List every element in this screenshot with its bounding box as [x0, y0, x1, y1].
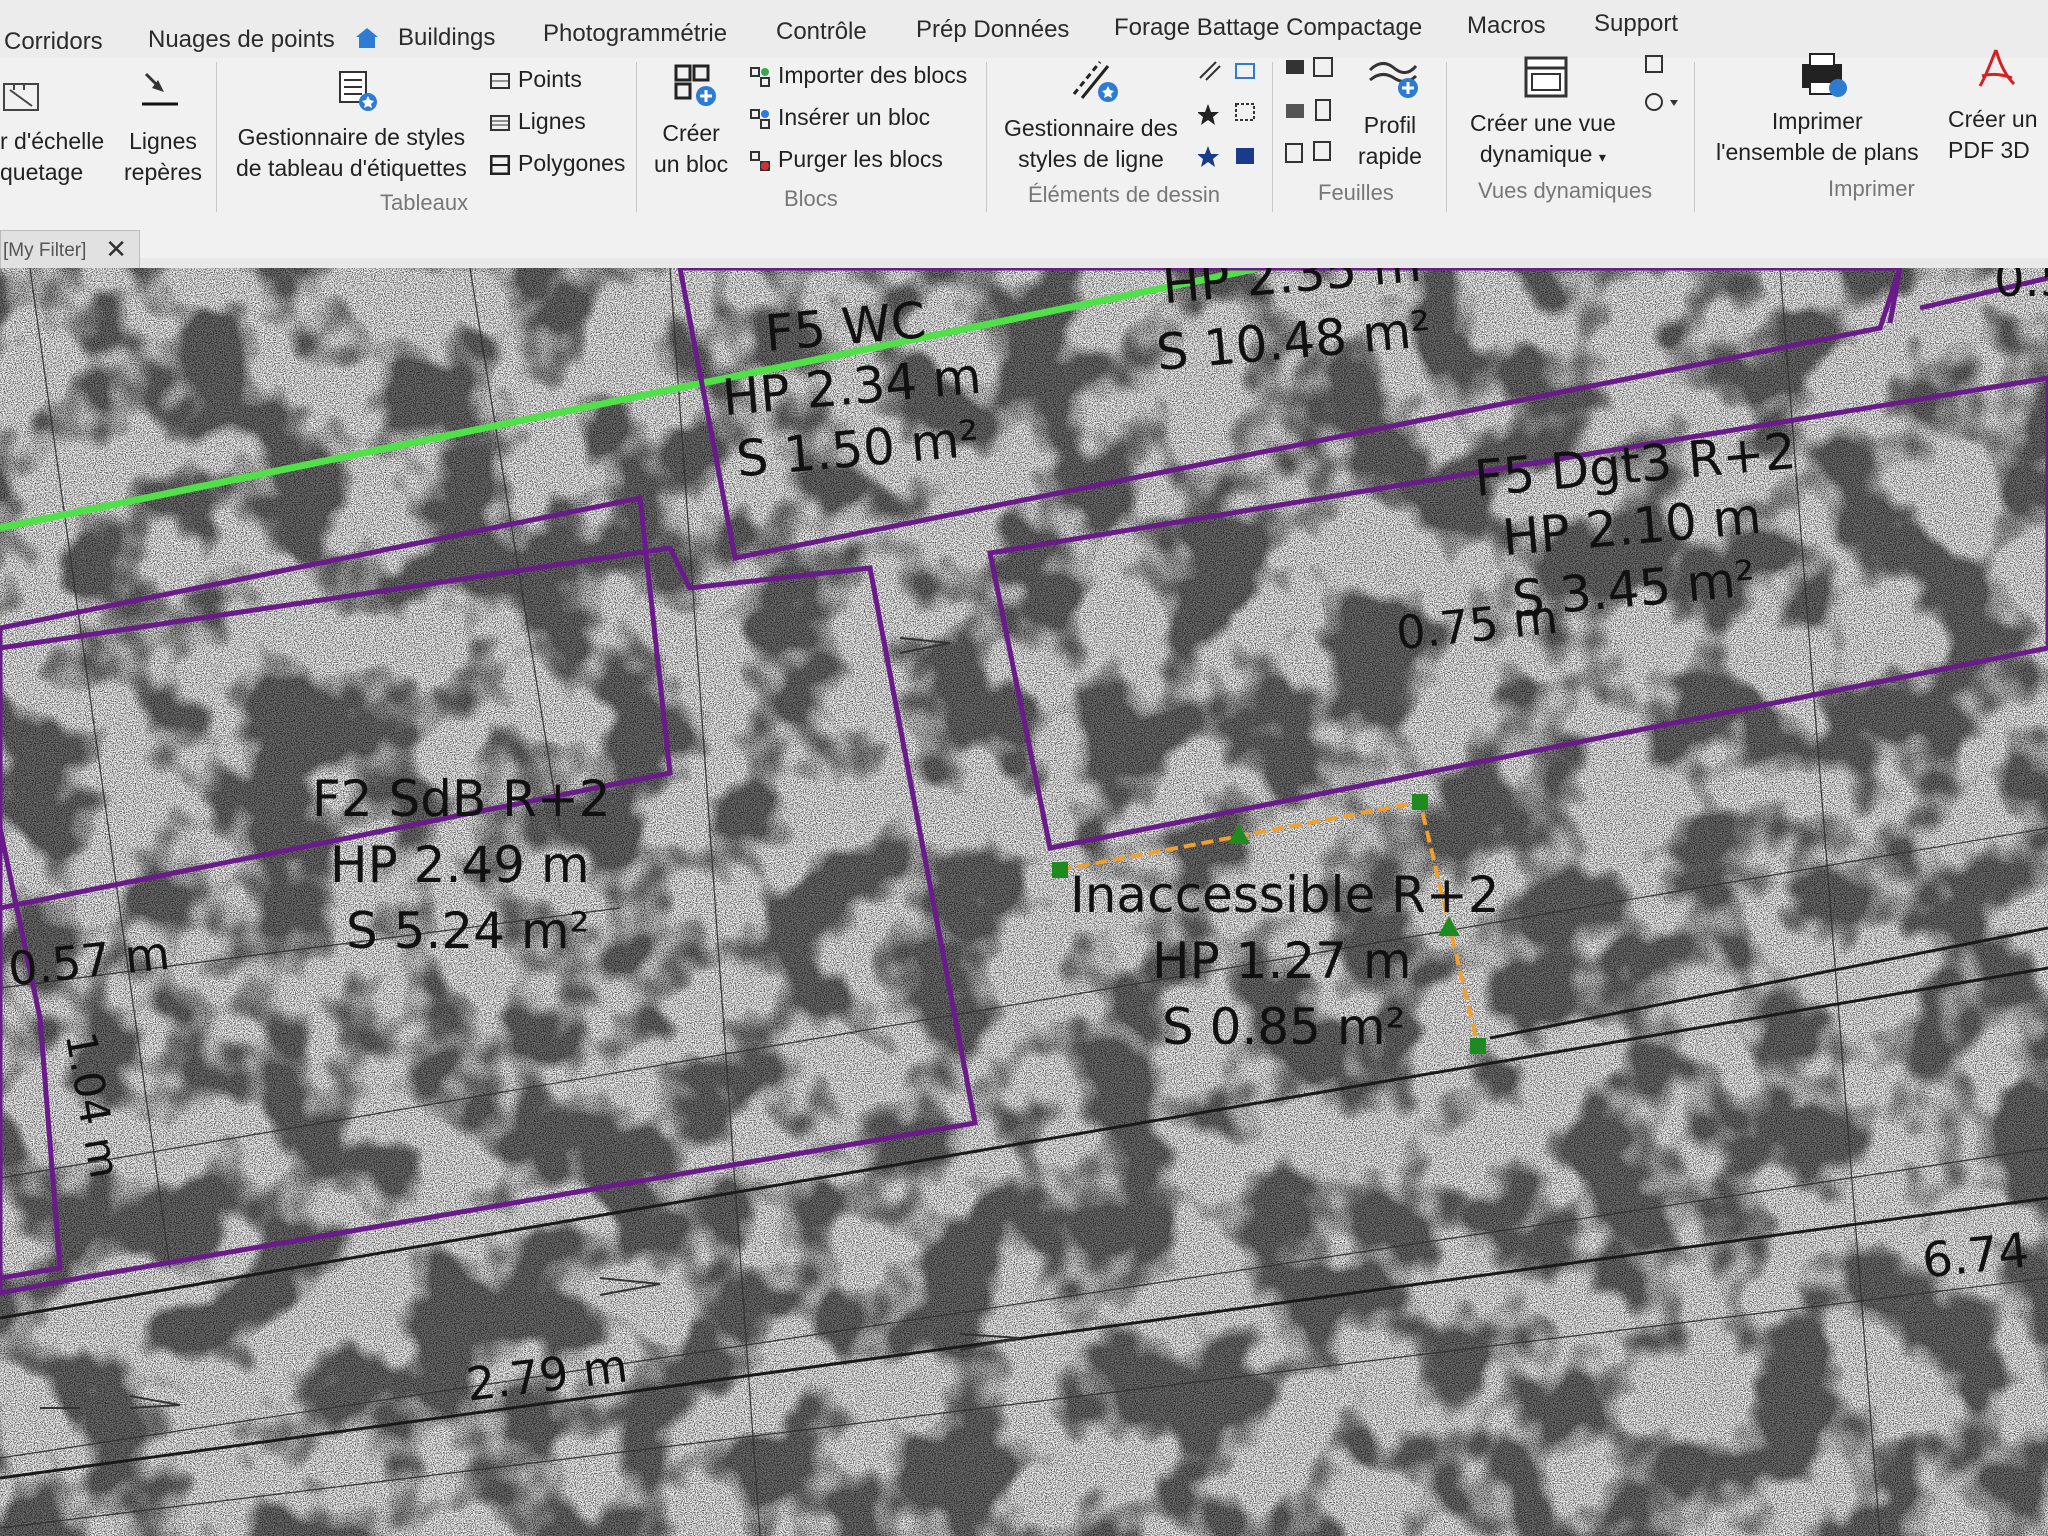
- purger-blocs-button[interactable]: Purger les blocs: [750, 146, 943, 173]
- import-blocks-icon: [750, 66, 770, 87]
- creer-bloc-line2: un bloc: [654, 151, 729, 177]
- purge-blocks-icon: [750, 150, 770, 171]
- group-tableaux-label: Tableaux: [380, 190, 469, 215]
- create-block-icon: [672, 62, 718, 113]
- profil-line1: Profil: [1363, 112, 1417, 138]
- group-vues-dynamiques-label: Vues dynamiques: [1478, 178, 1653, 203]
- vue-dyn-line1: Créer une vue: [1470, 110, 1616, 136]
- document-tab-label: [My Filter]: [3, 240, 87, 261]
- ribbon: Corridors Nuages de points Buildings Pho…: [0, 0, 2048, 258]
- insert-block-icon: [750, 108, 770, 129]
- creer-vue-dynamique-button[interactable]: Créer une vue dynamique ▾: [1470, 108, 1616, 173]
- imprimer-plans-button[interactable]: Imprimer l'ensemble de plans: [1716, 106, 1919, 168]
- creer-bloc-button[interactable]: Créer un bloc: [654, 118, 728, 180]
- gest-styles-tab-line1: Gestionnaire de styles: [237, 124, 466, 150]
- inserer-bloc-button[interactable]: Insérer un bloc: [750, 104, 930, 131]
- points-table-button[interactable]: Points: [490, 66, 582, 93]
- profil-rapide-button[interactable]: Profil rapide: [1358, 110, 1422, 172]
- gest-styles-ligne-line2: styles de ligne: [1018, 146, 1164, 172]
- room-hp-f2-sdb: HP 2.49 m: [330, 836, 590, 894]
- pdf-3d-icon: [1976, 46, 2016, 101]
- close-icon[interactable]: ✕: [105, 234, 127, 265]
- group-blocs-label: Blocs: [784, 186, 838, 211]
- room-name-f2-sdb: F2 SdB R+2: [312, 770, 611, 828]
- tab-forage-battage[interactable]: Forage Battage Compactage: [1114, 14, 1422, 42]
- dimension-label: 6.74: [1919, 1222, 2032, 1290]
- sheets-small-icons[interactable]: [1284, 56, 1338, 171]
- tab-controle[interactable]: Contrôle: [776, 18, 867, 46]
- vue-dyn-line2: dynamique: [1479, 141, 1593, 167]
- tab-nuages-de-points[interactable]: Nuages de points: [148, 26, 335, 54]
- lignes-reperes-line1: Lignes: [129, 128, 197, 154]
- quick-profile-icon: [1368, 54, 1418, 105]
- polygons-table-icon: [489, 154, 511, 175]
- pdf-line2: PDF 3D: [1948, 137, 2030, 163]
- vue-dyn-line2-wrap: dynamique ▾: [1470, 139, 1616, 173]
- tab-macros[interactable]: Macros: [1467, 12, 1546, 40]
- gestionnaire-styles-ligne-button[interactable]: Gestionnaire des styles de ligne: [1004, 113, 1178, 175]
- imprimer-line2: l'ensemble de plans: [1716, 139, 1919, 165]
- points-label: Points: [518, 66, 582, 92]
- lignes-reperes-button[interactable]: Lignes repères: [124, 126, 202, 188]
- inserer-bloc-label: Insérer un bloc: [778, 104, 931, 130]
- purger-blocs-label: Purger les blocs: [778, 146, 943, 172]
- tab-photogrammetrie[interactable]: Photogrammétrie: [543, 20, 727, 48]
- print-plans-icon: [1798, 50, 1850, 103]
- tab-prep-donnees[interactable]: Prép Données: [916, 16, 1069, 44]
- draw-elements-small-icons[interactable]: [1197, 58, 1258, 179]
- tab-support[interactable]: Support: [1594, 10, 1678, 38]
- scale-label-line1: r d'échelle: [0, 128, 105, 154]
- room-name-inaccessible: Inaccessible R+2: [1070, 866, 1500, 924]
- points-table-icon: [490, 70, 510, 90]
- group-elements-dessin-label: Éléments de dessin: [1028, 182, 1220, 207]
- line-style-icon: [1070, 56, 1120, 111]
- scale-label-line2: quetage: [0, 159, 84, 185]
- dynamic-views-small-icons[interactable]: [1642, 54, 1682, 129]
- drawing-canvas[interactable]: F5 WC HP 2.34 m S 1.50 m² HP 2.35 m S 10…: [0, 268, 2048, 1536]
- polygones-label: Polygones: [518, 150, 626, 176]
- ribbon-tabs: Corridors Nuages de points Buildings Pho…: [0, 0, 2048, 58]
- group-imprimer-label: Imprimer: [1828, 176, 1915, 201]
- lignes-label: Lignes: [518, 108, 586, 134]
- dimension-label: 0.5: [1994, 268, 2048, 308]
- tab-buildings[interactable]: Buildings: [398, 24, 495, 52]
- importer-blocs-button[interactable]: Importer des blocs: [750, 62, 967, 89]
- tab-corridors[interactable]: Corridors: [4, 28, 103, 56]
- gest-styles-ligne-line1: Gestionnaire des: [1004, 115, 1178, 141]
- room-hp-inaccessible: HP 1.27 m: [1152, 932, 1412, 990]
- dropdown-arrow-icon: ▾: [1598, 149, 1606, 165]
- lines-table-icon: [490, 112, 510, 132]
- profil-line2: rapide: [1358, 143, 1422, 169]
- room-area-inaccessible: S 0.85 m²: [1162, 998, 1406, 1056]
- document-tab[interactable]: [My Filter] ✕: [0, 230, 140, 270]
- pdf-line1: Créer un: [1948, 106, 2038, 132]
- gestionnaire-styles-tableau-button[interactable]: Gestionnaire de styles de tableau d'étiq…: [236, 122, 467, 184]
- imprimer-line1: Imprimer: [1771, 108, 1863, 134]
- polygones-table-button[interactable]: Polygones: [489, 150, 626, 177]
- importer-blocs-label: Importer des blocs: [778, 62, 968, 88]
- gest-styles-tab-line2: de tableau d'étiquettes: [236, 155, 467, 181]
- creer-pdf-3d-button[interactable]: Créer un PDF 3D: [1948, 104, 2037, 166]
- guide-lines-icon: [140, 70, 180, 115]
- lignes-reperes-line2: repères: [124, 159, 202, 185]
- table-style-icon: [336, 70, 380, 119]
- house-icon: [356, 28, 378, 48]
- group-feuilles-label: Feuilles: [1318, 180, 1394, 205]
- creer-bloc-line1: Créer: [662, 120, 720, 146]
- scale-icon: [2, 76, 42, 121]
- room-area-f2-sdb: S 5.24 m²: [346, 902, 590, 960]
- scale-labeling-button[interactable]: r d'échelle quetage: [0, 126, 104, 188]
- dynamic-view-icon: [1524, 56, 1570, 105]
- lignes-table-button[interactable]: Lignes: [490, 108, 586, 135]
